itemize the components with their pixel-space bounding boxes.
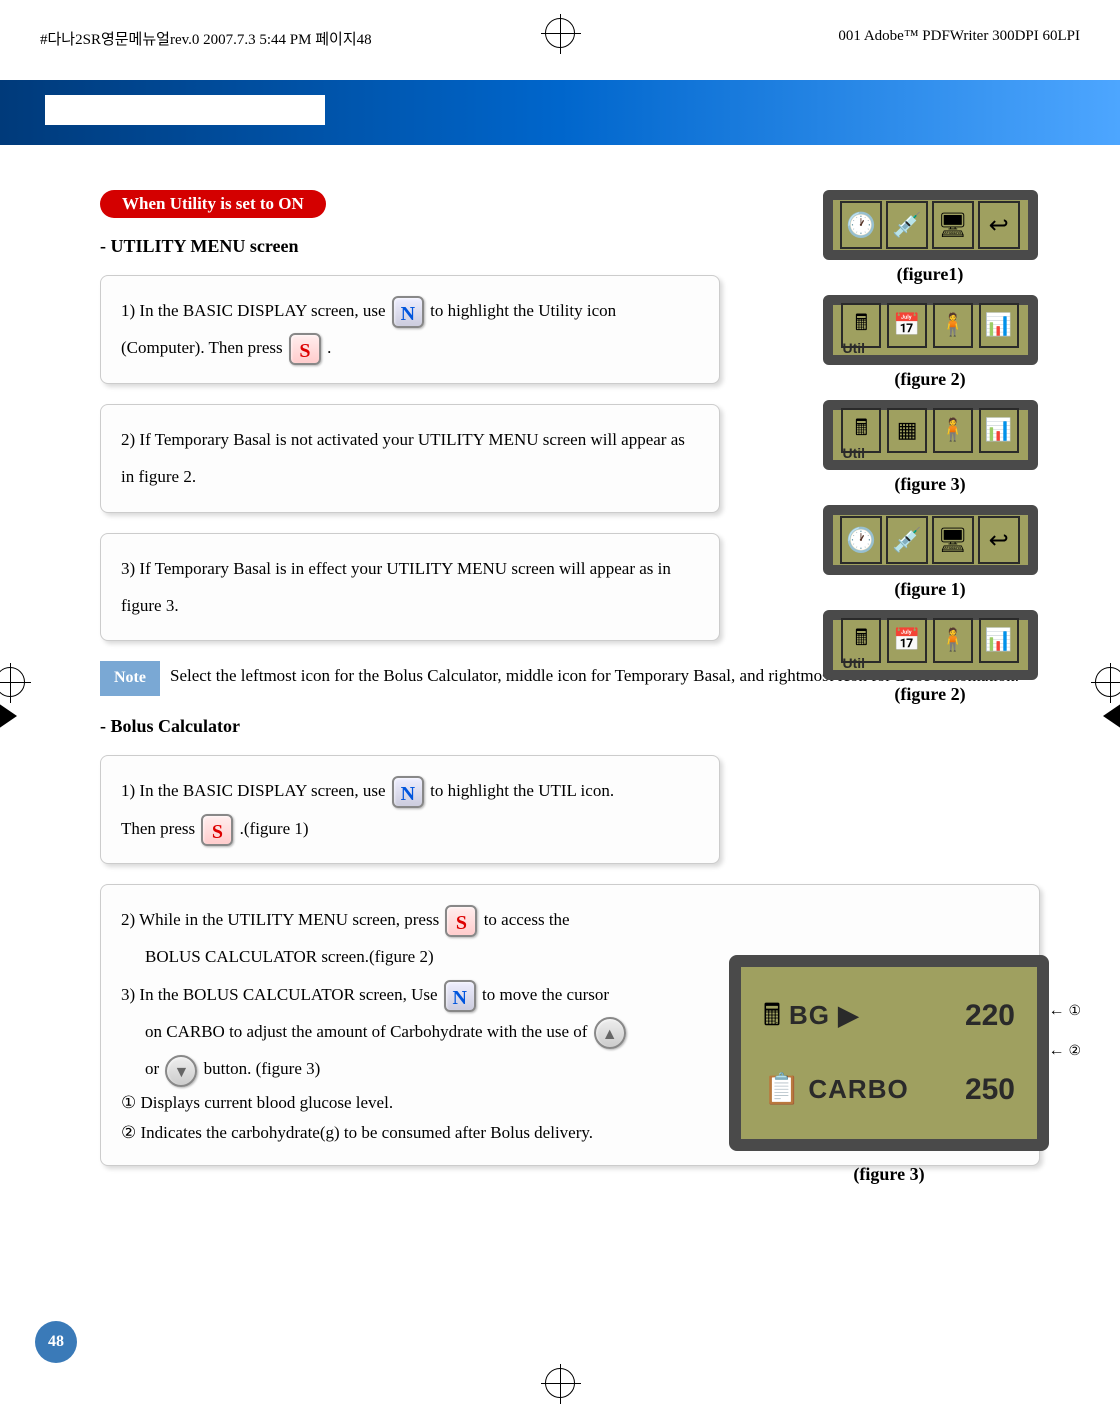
bc-steps-2-3-box: 2) While in the UTILITY MENU screen, pre… — [100, 884, 1040, 1166]
computer-icon: 🖥 — [932, 201, 974, 249]
bc3-text-e: button. (figure 3) — [204, 1059, 321, 1078]
bc2-text-c: BOLUS CALCULATOR screen.(figure 2) — [121, 947, 434, 966]
step1-text-a: 1) In the BASIC DISPLAY screen, use — [121, 301, 390, 320]
chart-icon: 📊 — [979, 408, 1019, 453]
crop-mark-right — [1095, 667, 1120, 731]
computer-icon: 🖥 — [932, 516, 974, 564]
figure-1: 🕐 💉 🖥 ↩ (figure1) — [790, 190, 1070, 285]
s-button-icon: S — [201, 814, 233, 846]
step1-text-c: (Computer). Then press — [121, 338, 287, 357]
crop-mark-top — [545, 18, 575, 53]
exit-icon: ↩ — [978, 201, 1020, 249]
figures-column: 🕐 💉 🖥 ↩ (figure1) 🖩 📅 🧍 📊 Util (figure 2… — [790, 190, 1070, 715]
fig3-label: (figure 3) — [790, 474, 1070, 495]
calc-icon-left2: 📋 — [763, 1057, 800, 1123]
syringe-icon: 💉 — [886, 516, 928, 564]
n-button-icon: N — [392, 776, 424, 808]
step1-text-d: . — [327, 338, 331, 357]
syringe-icon: 💉 — [886, 201, 928, 249]
header-left: #다나2SR영문메뉴얼rev.0 2007.7.3 5:44 PM 페이지48 — [40, 28, 372, 49]
calendar-icon: 📅 — [887, 303, 927, 348]
exit-icon: ↩ — [978, 516, 1020, 564]
n-button-icon: N — [392, 296, 424, 328]
chart-icon: 📊 — [979, 303, 1019, 348]
section-pill: When Utility is set to ON — [100, 190, 326, 218]
step-1-box: 1) In the BASIC DISPLAY screen, use N to… — [100, 275, 720, 384]
page-banner — [0, 80, 1120, 145]
fig2b-label: (figure 2) — [790, 684, 1070, 705]
crop-mark-left — [0, 667, 25, 731]
grid-icon: ▦ — [887, 408, 927, 453]
figure-3-calc: 🖩 BG ▶ 220 📋 CARBO 250 (figure 3) ← ① ← … — [729, 955, 1049, 1195]
chart-icon: 📊 — [979, 618, 1019, 663]
figure-2: 🖩 📅 🧍 📊 Util (figure 2) — [790, 295, 1070, 390]
bc3-text-b: to move the cursor — [482, 985, 609, 1004]
n-button-icon: N — [444, 980, 476, 1012]
person-icon: 🧍 — [933, 303, 973, 348]
step2-text: 2) If Temporary Basal is not activated y… — [121, 430, 685, 486]
header-right: 001 Adobe™ PDFWriter 300DPI 60LPI — [838, 28, 1080, 49]
s-button-icon: S — [445, 905, 477, 937]
up-arrow-icon: ▲ — [594, 1017, 626, 1049]
fig2-label: (figure 2) — [790, 369, 1070, 390]
clock-icon: 🕐 — [840, 201, 882, 249]
clock-icon: 🕐 — [840, 516, 882, 564]
bolus-calc-title: - Bolus Calculator — [100, 716, 1070, 737]
fig1-label: (figure1) — [790, 264, 1070, 285]
bc3-text-a: 3) In the BOLUS CALCULATOR screen, Use — [121, 985, 442, 1004]
page-content: When Utility is set to ON - UTILITY MENU… — [100, 190, 1070, 1186]
bc1-text-c: Then press — [121, 819, 199, 838]
calc-icon-left: 🖩 — [763, 983, 781, 1049]
calc-screen: 🖩 BG ▶ 220 📋 CARBO 250 — [729, 955, 1049, 1151]
fig3b-label: (figure 3) — [729, 1155, 1049, 1195]
calendar-icon: 📅 — [887, 618, 927, 663]
bc2-text-b: to access the — [484, 910, 570, 929]
s-button-icon: S — [289, 333, 321, 365]
bc1-text-a: 1) In the BASIC DISPLAY screen, use — [121, 781, 390, 800]
step1-text-b: to highlight the Utility icon — [430, 301, 616, 320]
annotation-2: ← ② — [1048, 1033, 1081, 1068]
annotation-1: ← ① — [1048, 993, 1081, 1028]
bg-value: 220 — [965, 983, 1015, 1049]
fig1b-label: (figure 1) — [790, 579, 1070, 600]
person-icon: 🧍 — [933, 408, 973, 453]
down-arrow-icon: ▼ — [165, 1055, 197, 1087]
person-icon: 🧍 — [933, 618, 973, 663]
note-tag: Note — [100, 661, 160, 696]
step-3-box: 3) If Temporary Basal is in effect your … — [100, 533, 720, 642]
bc3-text-d: or — [121, 1059, 163, 1078]
bc2-text-a: 2) While in the UTILITY MENU screen, pre… — [121, 910, 443, 929]
step3-text: 3) If Temporary Basal is in effect your … — [121, 559, 671, 615]
step-2-box: 2) If Temporary Basal is not activated y… — [100, 404, 720, 513]
bc1-text-b: to highlight the UTIL icon. — [430, 781, 614, 800]
print-header: #다나2SR영문메뉴얼rev.0 2007.7.3 5:44 PM 페이지48 … — [40, 28, 1080, 49]
figure-1b: 🕐 💉 🖥 ↩ (figure 1) — [790, 505, 1070, 600]
bg-label: BG ▶ — [789, 987, 859, 1044]
bc3-text-c: on CARBO to adjust the amount of Carbohy… — [121, 1022, 592, 1041]
bc1-text-d: .(figure 1) — [240, 819, 309, 838]
bc-step-1-box: 1) In the BASIC DISPLAY screen, use N to… — [100, 755, 720, 864]
carbo-label: CARBO — [808, 1061, 908, 1118]
figure-2b: 🖩 📅 🧍 📊 Util (figure 2) — [790, 610, 1070, 705]
page-number: 48 — [35, 1321, 77, 1363]
carbo-value: 250 — [965, 1057, 1015, 1123]
figure-3: 🖩 ▦ 🧍 📊 Util (figure 3) — [790, 400, 1070, 495]
